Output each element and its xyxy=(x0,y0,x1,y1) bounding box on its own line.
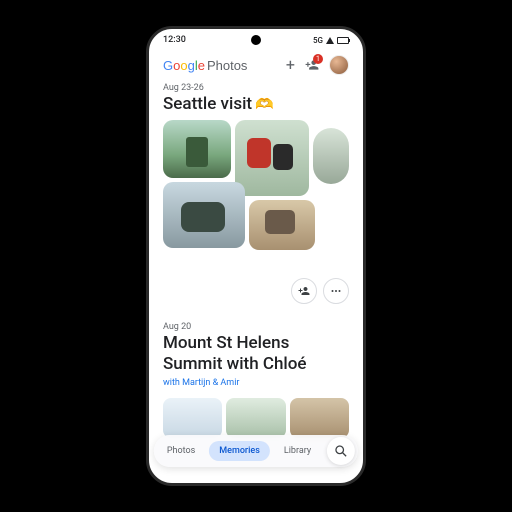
search-button[interactable] xyxy=(327,437,355,465)
phone-frame: 12:30 5G Google Photos + 1 Aug 23-26 Sea… xyxy=(146,26,366,486)
thumbnail[interactable] xyxy=(226,398,285,438)
photo-collage[interactable] xyxy=(163,120,353,270)
share-memory-button[interactable] xyxy=(291,278,317,304)
account-avatar[interactable] xyxy=(329,55,349,75)
memory-people[interactable]: with Martijn & Amir xyxy=(163,378,349,388)
memory-title: Seattle visit 🫶 xyxy=(163,94,349,114)
collage-photo[interactable] xyxy=(249,200,315,250)
bottom-navigation: Photos Memories Library xyxy=(154,435,358,467)
nav-memories[interactable]: Memories xyxy=(209,441,270,461)
memory-title-line2: Summit with Chloé xyxy=(163,354,349,374)
google-photos-logo[interactable]: Google Photos xyxy=(163,58,247,73)
memory-date: Aug 20 xyxy=(163,322,349,332)
memory-date: Aug 23-26 xyxy=(163,83,349,93)
search-icon xyxy=(334,444,348,458)
status-right: 5G xyxy=(313,36,349,45)
clock: 12:30 xyxy=(163,35,186,45)
logo-google: Google xyxy=(163,58,205,73)
thumbnail[interactable] xyxy=(163,398,222,438)
more-horiz-icon xyxy=(330,285,342,297)
memory-card-st-helens[interactable]: Aug 20 Mount St Helens Summit with Chloé… xyxy=(163,322,349,442)
heart-hands-emoji: 🫶 xyxy=(255,95,274,113)
thumbnail[interactable] xyxy=(290,398,349,438)
nav-library[interactable]: Library xyxy=(274,441,321,461)
front-camera xyxy=(251,35,261,45)
logo-photos: Photos xyxy=(207,58,247,73)
network-label: 5G xyxy=(313,36,323,45)
add-icon[interactable]: + xyxy=(286,57,295,73)
status-bar: 12:30 5G xyxy=(149,29,363,51)
memory-title: Mount St Helens xyxy=(163,333,349,353)
collage-photo[interactable] xyxy=(163,120,231,178)
battery-icon xyxy=(337,37,349,44)
more-options-button[interactable] xyxy=(323,278,349,304)
signal-icon xyxy=(326,37,334,44)
memory-card-seattle[interactable]: Aug 23-26 Seattle visit 🫶 xyxy=(163,83,349,304)
notification-badge: 1 xyxy=(313,54,323,64)
sharing-button[interactable]: 1 xyxy=(305,58,319,72)
collage-photo[interactable] xyxy=(313,128,349,184)
person-add-icon xyxy=(298,285,310,297)
app-bar: Google Photos + 1 xyxy=(149,51,363,81)
collage-photo[interactable] xyxy=(235,120,309,196)
nav-photos[interactable]: Photos xyxy=(157,441,205,461)
memories-feed[interactable]: Aug 23-26 Seattle visit 🫶 xyxy=(149,81,363,483)
memory-actions xyxy=(163,278,349,304)
collage-photo[interactable] xyxy=(163,182,245,248)
